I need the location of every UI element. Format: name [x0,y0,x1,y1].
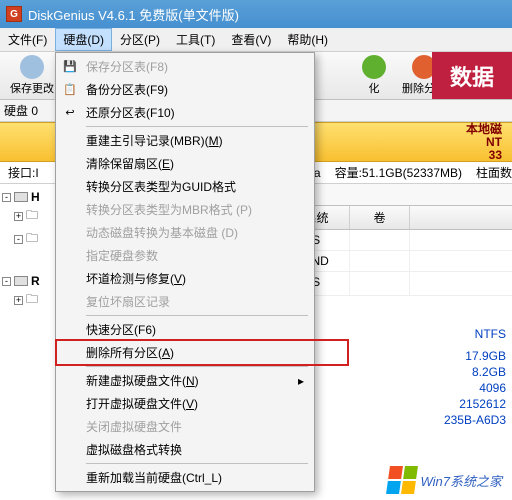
collapse-icon[interactable]: - [14,235,23,244]
data-recovery-block[interactable]: 数据 [432,52,512,100]
save-button[interactable]: 保存更改 [4,53,60,98]
menu-partition[interactable]: 分区(P) [112,28,168,51]
disk-menu-dropdown: 💾保存分区表(F8)📋备份分区表(F9)↩还原分区表(F10) 重建主引导记录(M… [55,52,315,492]
menu-item: 动态磁盘转换为基本磁盘 (D) [58,221,312,244]
menu-item[interactable]: 重建主引导记录(MBR)(M) [58,129,312,152]
menu-view[interactable]: 查看(V) [223,28,279,51]
menu-item-icon: 📋 [62,82,78,98]
expand-icon[interactable]: + [14,296,23,305]
hdd-icon [14,276,28,286]
disk-label: 硬盘 0 [4,102,38,119]
menu-item[interactable]: 坏道检测与修复(V) [58,267,312,290]
save-icon [20,55,44,79]
hdd-icon [14,192,28,202]
menu-item: 转换分区表类型为MBR格式 (P) [58,198,312,221]
port-label: 接口:I [8,164,39,181]
menu-item[interactable]: 删除所有分区(A) [58,341,312,364]
collapse-icon[interactable]: - [2,193,11,202]
menu-separator [86,126,308,127]
menu-item-icon: ↩ [62,105,78,121]
tb-btn-1[interactable]: 化 [352,53,396,98]
menu-item[interactable]: 重新加载当前硬盘(Ctrl_L) [58,466,312,489]
titlebar: G DiskGenius V4.6.1 免费版(单文件版) [0,0,512,28]
menu-item: 指定硬盘参数 [58,244,312,267]
menu-item: 复位坏扇区记录 [58,290,312,313]
collapse-icon[interactable]: - [2,277,11,286]
app-logo-icon: G [6,6,22,22]
menu-item[interactable]: 转换分区表类型为GUID格式 [58,175,312,198]
menu-item[interactable]: 快速分区(F6) [58,318,312,341]
menubar: 文件(F) 硬盘(D) 分区(P) 工具(T) 查看(V) 帮助(H) [0,28,512,52]
menu-item[interactable]: ↩还原分区表(F10) [58,101,312,124]
menu-item[interactable]: 📋备份分区表(F9) [58,78,312,101]
menu-disk[interactable]: 硬盘(D) [55,28,112,51]
windows-flag-icon [387,466,419,494]
partition-details: NTFS 17.9GB 8.2GB 4096 2152612 235B-A6D3 [444,326,506,428]
menu-item[interactable]: 打开虚拟硬盘文件(V) [58,392,312,415]
window-title: DiskGenius V4.6.1 免费版(单文件版) [28,5,239,24]
watermark: Win7系统之家 [388,466,502,494]
menu-tools[interactable]: 工具(T) [168,28,223,51]
menu-separator [86,315,308,316]
format-icon [362,55,386,79]
menu-item: 关闭虚拟硬盘文件 [58,415,312,438]
expand-icon[interactable]: + [14,212,23,221]
menu-separator [86,366,308,367]
menu-item[interactable]: 新建虚拟硬盘文件(N)▸ [58,369,312,392]
menu-item: 💾保存分区表(F8) [58,55,312,78]
menu-file[interactable]: 文件(F) [0,28,55,51]
menu-item[interactable]: 清除保留扇区(E) [58,152,312,175]
menu-item[interactable]: 虚拟磁盘格式转换 [58,438,312,461]
menu-item-icon: 💾 [62,59,78,75]
menu-help[interactable]: 帮助(H) [279,28,336,51]
menu-separator [86,463,308,464]
